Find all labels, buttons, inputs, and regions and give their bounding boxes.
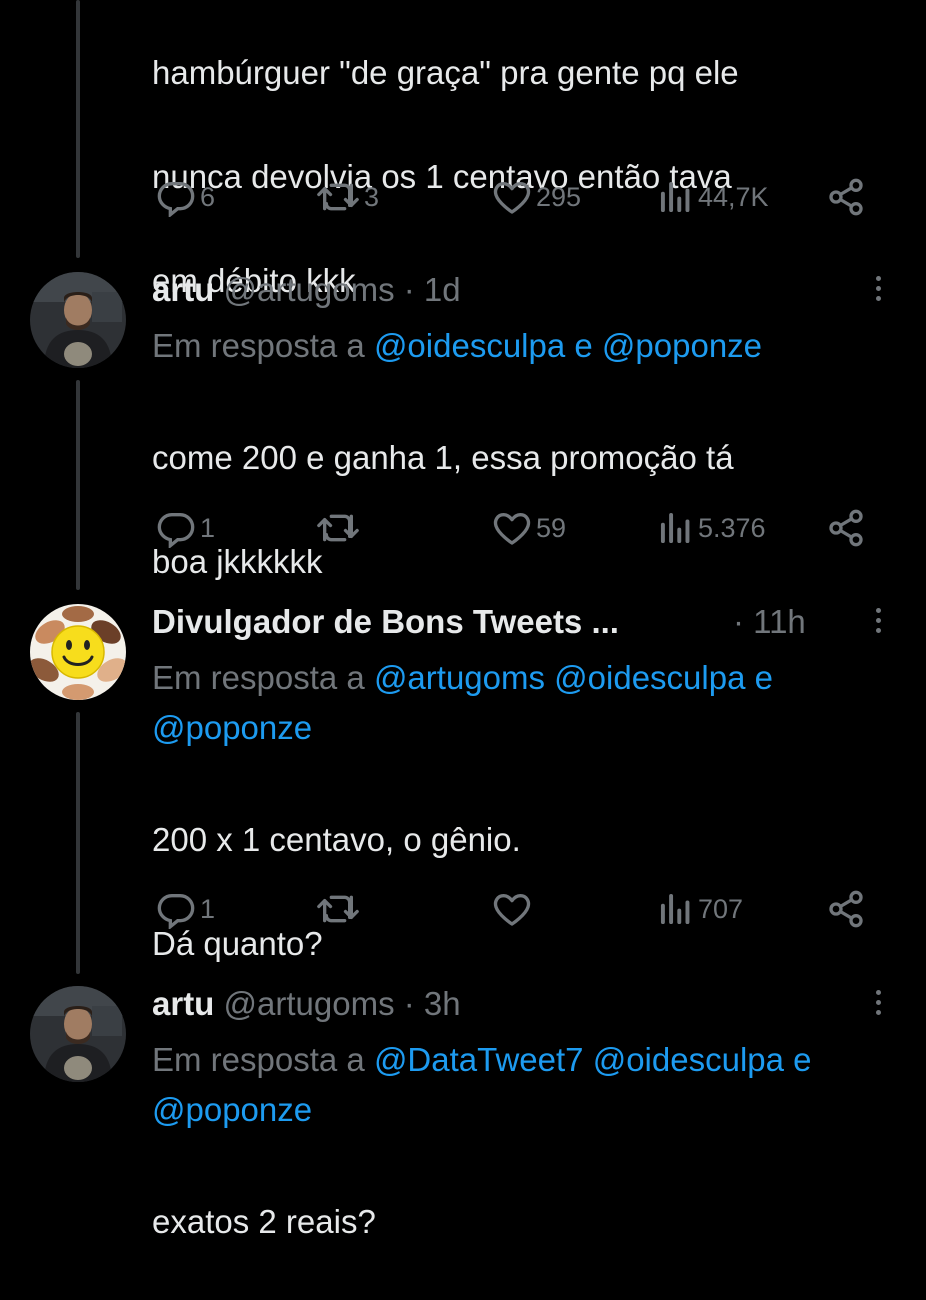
retweet-icon <box>317 183 359 211</box>
like-count: 59 <box>536 512 567 543</box>
thread-line-2 <box>76 380 80 590</box>
tweet-actions: 1 59 5.376 <box>150 505 870 551</box>
views-button[interactable]: 5.376 <box>658 505 766 551</box>
avatar[interactable] <box>30 272 126 368</box>
thread-line-3 <box>76 712 80 974</box>
reply-button[interactable]: 1 <box>156 505 215 551</box>
more-icon[interactable] <box>870 990 886 1015</box>
tweet-header: Divulgador de Bons Tweets ... <box>152 602 619 642</box>
timestamp[interactable]: 11h <box>753 603 806 640</box>
more-icon[interactable] <box>870 276 886 301</box>
views-icon <box>660 893 690 925</box>
thread-line-top <box>76 0 80 258</box>
views-button[interactable]: 44,7K <box>658 174 769 220</box>
retweet-icon <box>317 514 359 542</box>
reply-count: 6 <box>200 181 216 212</box>
avatar-photo <box>30 272 126 368</box>
mention-links[interactable]: @DataTweet7 @oidesculpa e <box>374 1041 812 1078</box>
separator-dot: · <box>733 603 744 640</box>
retweet-button[interactable] <box>316 886 364 932</box>
mention-link[interactable]: @poponze <box>152 1084 312 1136</box>
display-name[interactable]: Divulgador de Bons Tweets ... <box>152 603 619 640</box>
like-icon <box>493 513 531 545</box>
tweet-actions: 1 707 <box>150 886 870 932</box>
mention-links[interactable]: @oidesculpa e @poponze <box>374 327 762 364</box>
reply-prefix: Em resposta a <box>152 327 365 364</box>
share-icon <box>829 178 863 216</box>
tweet-header: artu @artugoms · 3h <box>152 984 461 1024</box>
like-icon <box>493 182 531 214</box>
reply-prefix: Em resposta a <box>152 1041 365 1078</box>
reply-icon <box>157 513 195 548</box>
text-line: 200 x 1 centavo, o gênio. <box>152 821 521 858</box>
views-count: 707 <box>698 893 744 924</box>
reply-context: Em resposta a @artugoms @oidesculpa e <box>152 652 773 704</box>
retweet-button[interactable]: 3 <box>316 174 379 220</box>
reply-button[interactable]: 1 <box>156 886 215 932</box>
tweet-time-group: · 11h <box>733 602 806 642</box>
reply-context: Em resposta a @DataTweet7 @oidesculpa e <box>152 1034 926 1086</box>
views-count: 44,7K <box>698 181 769 212</box>
separator-dot: · <box>403 271 415 308</box>
tweet-top-actions: 6 3 295 44,7K <box>150 174 870 220</box>
views-icon <box>660 181 690 213</box>
reply-count: 1 <box>200 893 216 924</box>
timestamp[interactable]: 1d <box>424 271 461 308</box>
display-name[interactable]: artu <box>152 985 214 1022</box>
like-button[interactable]: 295 <box>492 174 581 220</box>
like-icon <box>493 894 531 926</box>
avatar[interactable] <box>30 604 126 700</box>
retweet-count: 3 <box>364 181 380 212</box>
timestamp[interactable]: 3h <box>424 985 461 1022</box>
mention-link[interactable]: @poponze <box>152 702 312 754</box>
more-icon[interactable] <box>870 608 886 633</box>
share-icon <box>829 890 863 928</box>
text-line: hambúrguer "de graça" pra gente pq ele <box>152 54 739 91</box>
reply-count: 1 <box>200 512 216 543</box>
views-count: 5.376 <box>698 512 766 543</box>
reply-icon <box>157 894 195 929</box>
views-button[interactable]: 707 <box>658 886 743 932</box>
like-button[interactable]: 59 <box>492 505 566 551</box>
retweet-button[interactable] <box>316 505 364 551</box>
tweet-header: artu @artugoms · 1d <box>152 270 461 310</box>
share-button[interactable] <box>826 174 866 220</box>
tweet-text: exatos 2 reais? <box>152 1144 376 1300</box>
display-name[interactable]: artu <box>152 271 214 308</box>
text-line: exatos 2 reais? <box>152 1203 376 1240</box>
avatar-smiley <box>30 604 126 700</box>
share-icon <box>829 509 863 547</box>
username[interactable]: @artugoms <box>224 985 395 1022</box>
like-count: 295 <box>536 181 582 212</box>
reply-context: Em resposta a @oidesculpa e @poponze <box>152 320 762 372</box>
text-line: come 200 e ganha 1, essa promoção tá <box>152 439 734 476</box>
share-button[interactable] <box>826 505 866 551</box>
retweet-icon <box>317 895 359 923</box>
reply-button[interactable]: 6 <box>156 174 215 220</box>
avatar-photo <box>30 986 126 1082</box>
reply-icon <box>157 182 195 217</box>
username[interactable]: @artugoms <box>224 271 395 308</box>
avatar[interactable] <box>30 986 126 1082</box>
share-button[interactable] <box>826 886 866 932</box>
like-button[interactable] <box>492 886 536 932</box>
mention-links[interactable]: @artugoms @oidesculpa e <box>374 659 773 696</box>
reply-prefix: Em resposta a <box>152 659 365 696</box>
separator-dot: · <box>403 985 415 1022</box>
views-icon <box>660 512 690 544</box>
